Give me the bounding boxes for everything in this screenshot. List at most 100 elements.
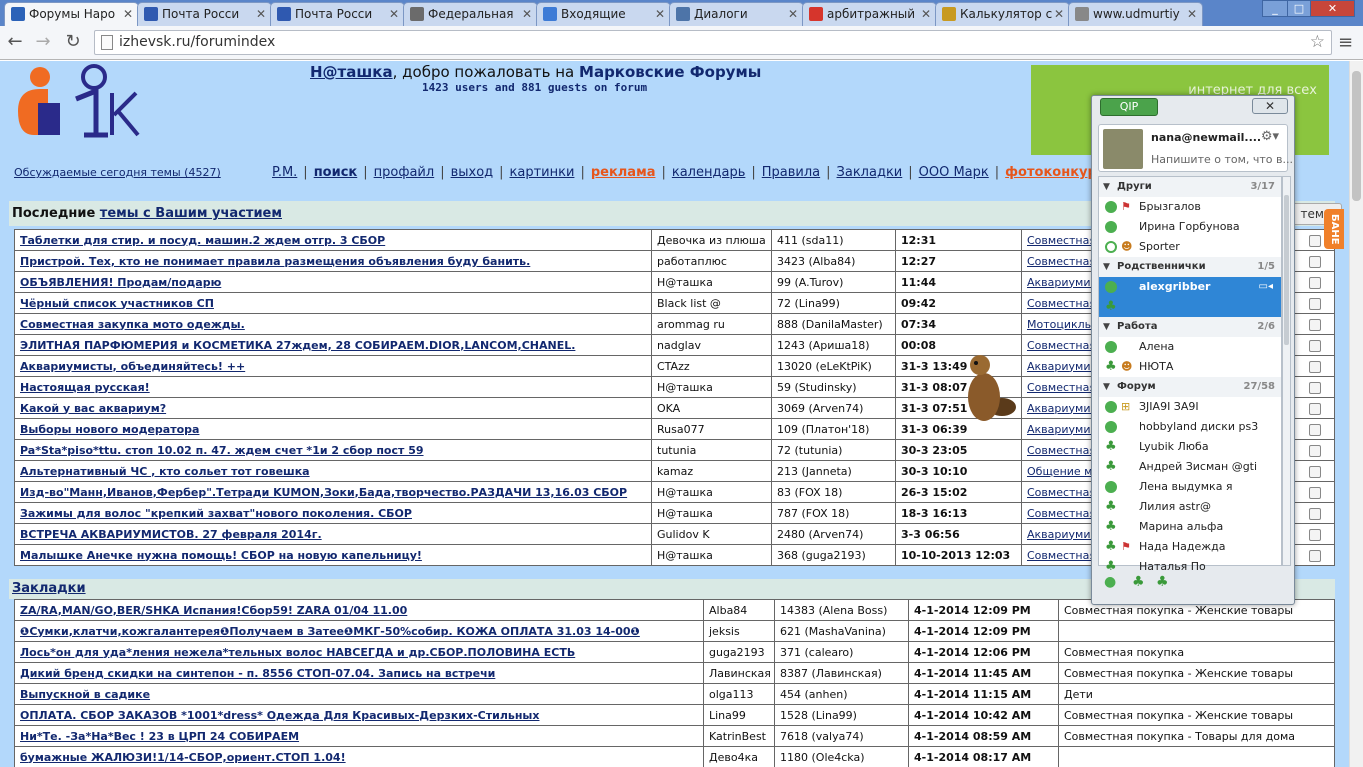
bookmark-topic-link[interactable]: ОПЛАТА. СБОР ЗАКАЗОВ *1001*dress* Одежда… — [14, 704, 704, 726]
bookmark-topic-link[interactable]: ❶Сумки,клатчи,кожгалантерея❶Получаем в З… — [14, 620, 704, 642]
topic-link[interactable]: ОБЪЯВЛЕНИЯ! Продам/подарю — [14, 271, 652, 293]
tab-close-icon[interactable]: ✕ — [788, 3, 798, 25]
bookmark-topic-link[interactable]: бумажные ЖАЛЮЗИ!1/14-СБОР,ориент.СТОП 1.… — [14, 746, 704, 767]
topic-link[interactable]: Совместная закупка мото одежды. — [14, 313, 652, 335]
status-online-icon[interactable]: ● — [1104, 574, 1116, 590]
nav-search[interactable]: поиск — [314, 165, 358, 180]
close-window-button[interactable]: ✕ — [1310, 0, 1355, 17]
topic-link[interactable]: Pa*Sta*piso*ttu. стоп 10.02 п. 47. ждем … — [14, 439, 652, 461]
browser-tab[interactable]: Форумы Наро ✕ — [4, 2, 139, 26]
topic-link[interactable]: Малышке Анечке нужна помощь! СБОР на нов… — [14, 544, 652, 566]
contact-item[interactable]: ♣ Lyubik Люба — [1099, 437, 1281, 457]
tab-close-icon[interactable]: ✕ — [389, 3, 399, 25]
topic-link[interactable]: Настоящая русская! — [14, 376, 652, 398]
nav-photo[interactable]: фотоконкур — [1005, 165, 1097, 180]
topic-link[interactable]: Изд-во"Манн,Иванов,Фербер".Тетради KUMON… — [14, 481, 652, 503]
page-scrollbar[interactable] — [1349, 61, 1363, 767]
today-topics-link[interactable]: Обсуждаемые сегодня темы (4527) — [14, 166, 221, 179]
contact-item[interactable]: ♣ — [1099, 297, 1281, 317]
topic-link[interactable]: ЭЛИТНАЯ ПАРФЮМЕРИЯ и КОСМЕТИКА 27ждем, 2… — [14, 334, 652, 356]
side-banner-tab[interactable]: БАНЕ — [1324, 209, 1344, 249]
contact-item[interactable]: ⚑ Брызгалов — [1099, 197, 1281, 217]
reload-icon[interactable]: ↻ — [62, 31, 84, 52]
browser-tab[interactable]: Федеральная ✕ — [403, 2, 538, 26]
topic-link[interactable]: Чёрный список участников СП — [14, 292, 652, 314]
tab-close-icon[interactable]: ✕ — [655, 3, 665, 25]
menu-icon[interactable]: ≡ — [1338, 32, 1353, 53]
topic-link[interactable]: Какой у вас аквариум? — [14, 397, 652, 419]
tab-close-icon[interactable]: ✕ — [1187, 3, 1197, 25]
select-checkbox[interactable] — [1308, 528, 1321, 541]
tab-close-icon[interactable]: ✕ — [921, 3, 931, 25]
nav-rules[interactable]: Правила — [762, 165, 820, 180]
select-checkbox[interactable] — [1308, 255, 1321, 268]
contact-item[interactable]: ♣ Марина альфа — [1099, 517, 1281, 537]
scrollbar-thumb[interactable] — [1352, 71, 1361, 201]
forward-icon[interactable]: → — [32, 31, 54, 52]
select-checkbox[interactable] — [1308, 486, 1321, 499]
bookmark-star-icon[interactable]: ☆ — [1310, 32, 1325, 52]
contact-item[interactable]: ♣ ☻ НЮТА — [1099, 357, 1281, 377]
address-bar[interactable]: izhevsk.ru/forumindex ☆ — [94, 30, 1332, 55]
contact-group[interactable]: ▼ Родственнички 1/5 — [1099, 257, 1281, 277]
select-checkbox[interactable] — [1308, 507, 1321, 520]
topic-link[interactable]: Зажимы для волос "крепкий захват"нового … — [14, 502, 652, 524]
my-topics-link[interactable]: темы с Вашим участием — [100, 206, 282, 221]
topic-link[interactable]: Пристрой. Тех, кто не понимает правила р… — [14, 250, 652, 272]
select-checkbox[interactable] — [1308, 318, 1321, 331]
contact-item[interactable]: Ирина Горбунова — [1099, 217, 1281, 237]
topic-link[interactable]: ВСТРЕЧА АКВАРИУМИСТОВ. 27 февраля 2014г. — [14, 523, 652, 545]
nav-profile[interactable]: профайл — [374, 165, 435, 180]
contact-item[interactable]: hobbyland диски ps3 — [1099, 417, 1281, 437]
bookmark-topic-link[interactable]: Лось*он для уда*ления нежела*тельных вол… — [14, 641, 704, 663]
browser-tab[interactable]: Почта Росси ✕ — [137, 2, 272, 26]
gear-icon[interactable]: ⚙▾ — [1261, 129, 1279, 144]
tab-close-icon[interactable]: ✕ — [1054, 3, 1064, 25]
contacts-icon[interactable]: ♣ — [1132, 574, 1145, 590]
topic-link[interactable]: Таблетки для стир. и посуд. машин.2 ждем… — [14, 229, 652, 251]
bookmarks-title[interactable]: Закладки — [12, 581, 86, 596]
select-checkbox[interactable] — [1308, 381, 1321, 394]
contact-item[interactable]: ♣ Андрей Зисман @gti — [1099, 457, 1281, 477]
select-checkbox[interactable] — [1308, 423, 1321, 436]
bookmark-topic-link[interactable]: Ни*Те. -За*На*Вес ! 23 в ЦРП 24 СОБИРАЕМ — [14, 725, 704, 747]
user-link[interactable]: Н@ташка — [310, 63, 393, 81]
tab-close-icon[interactable]: ✕ — [256, 3, 266, 25]
browser-tab[interactable]: арбитражный ✕ — [802, 2, 937, 26]
contact-item[interactable]: ☻ Sporter — [1099, 237, 1281, 257]
select-checkbox[interactable] — [1308, 276, 1321, 289]
clover-icon[interactable]: ♣ — [1156, 574, 1169, 590]
select-checkbox[interactable] — [1308, 549, 1321, 562]
topic-link[interactable]: Выборы нового модератора — [14, 418, 652, 440]
qip-badge[interactable]: QIP — [1100, 98, 1158, 116]
back-icon[interactable]: ← — [4, 31, 26, 52]
nav-calendar[interactable]: календарь — [672, 165, 746, 180]
tab-close-icon[interactable]: ✕ — [522, 3, 532, 25]
nav-company[interactable]: ООО Марк — [919, 165, 989, 180]
select-checkbox[interactable] — [1308, 360, 1321, 373]
browser-tab[interactable]: Диалоги ✕ — [669, 2, 804, 26]
select-checkbox[interactable] — [1308, 444, 1321, 457]
bookmarks-title-text[interactable]: Закладки — [12, 581, 86, 596]
bookmark-topic-link[interactable]: ZA/RA,MAN/GO,BER/SHKA Испания!Сбор59! ZA… — [14, 599, 704, 621]
contact-group[interactable]: ▼ Работа 2/6 — [1099, 317, 1281, 337]
qip-close-button[interactable]: ✕ — [1252, 98, 1288, 114]
select-checkbox[interactable] — [1308, 297, 1321, 310]
select-checkbox[interactable] — [1308, 339, 1321, 352]
maximize-button[interactable]: □ — [1287, 0, 1311, 17]
bookmark-topic-link[interactable]: Выпускной в садике — [14, 683, 704, 705]
site-logo[interactable] — [14, 63, 142, 143]
select-checkbox[interactable] — [1308, 465, 1321, 478]
tab-close-icon[interactable]: ✕ — [123, 3, 133, 25]
contact-item[interactable]: ⊞ ЗJIA9I ЗA9I — [1099, 397, 1281, 417]
browser-tab[interactable]: Почта Росси ✕ — [270, 2, 405, 26]
contact-item[interactable]: ♣ Лилия astr@ — [1099, 497, 1281, 517]
contact-item[interactable]: alexgribber ▭◂ — [1099, 277, 1281, 297]
nav-pictures[interactable]: картинки — [510, 165, 575, 180]
browser-tab[interactable]: Входящие ✕ — [536, 2, 671, 26]
topic-link[interactable]: Аквариумисты, объединяйтесь! ++ — [14, 355, 652, 377]
browser-tab[interactable]: Калькулятор с ✕ — [935, 2, 1070, 26]
nav-ads[interactable]: реклама — [591, 165, 656, 180]
qip-profile[interactable]: nana@newmail.... ⚙▾ Напишите о том, что … — [1098, 124, 1293, 172]
qip-status-input[interactable]: Напишите о том, что в... — [1151, 153, 1293, 166]
